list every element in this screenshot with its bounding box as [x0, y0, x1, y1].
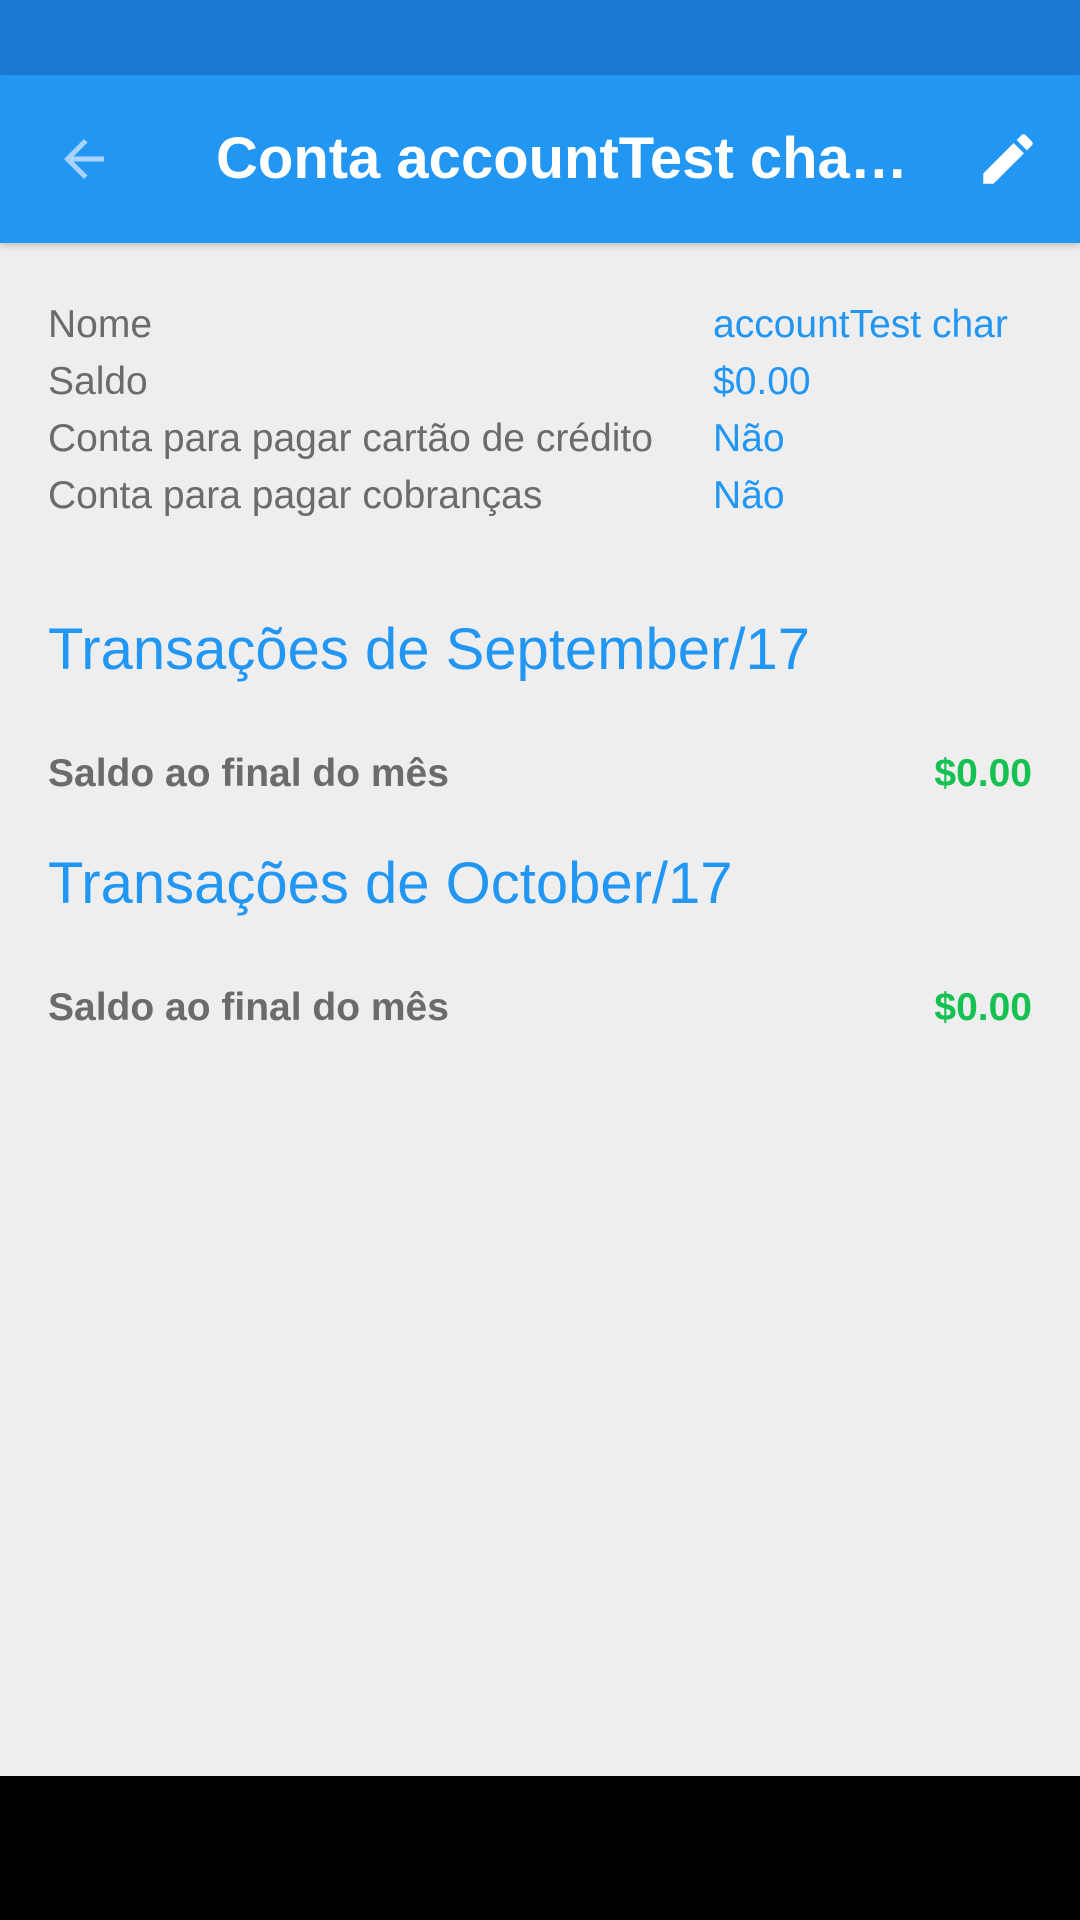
month-summary-row: Saldo ao final do mês $0.00 — [48, 744, 1032, 804]
info-value: $0.00 — [713, 360, 811, 403]
summary-label: Saldo ao final do mês — [48, 752, 449, 795]
info-value: accountTest char — [713, 303, 1008, 346]
month-section-title: Transações de October/17 — [48, 851, 733, 916]
info-row-balance: Saldo $0.00 — [48, 353, 1032, 410]
account-info-table: Nome accountTest char Saldo $0.00 Conta … — [48, 296, 1032, 524]
back-button[interactable] — [40, 115, 128, 203]
pencil-icon — [983, 134, 1033, 184]
info-row-credit-card: Conta para pagar cartão de crédito Não — [48, 410, 1032, 467]
edit-button[interactable] — [964, 115, 1052, 203]
info-label: Conta para pagar cobranças — [48, 474, 543, 517]
app-bar: Conta accountTest chan… — [0, 75, 1080, 243]
navigation-bar — [0, 1776, 1080, 1920]
summary-label: Saldo ao final do mês — [48, 986, 449, 1029]
arrow-back-icon — [64, 139, 104, 179]
info-value: Não — [713, 474, 785, 517]
month-summary-row: Saldo ao final do mês $0.00 — [48, 978, 1032, 1038]
info-label: Conta para pagar cartão de crédito — [48, 417, 653, 460]
month-section-title: Transações de September/17 — [48, 617, 810, 682]
summary-value: $0.00 — [934, 986, 1032, 1029]
page-title: Conta accountTest chan… — [216, 126, 916, 191]
info-value: Não — [713, 417, 785, 460]
info-row-bills: Conta para pagar cobranças Não — [48, 467, 1032, 524]
info-row-name: Nome accountTest char — [48, 296, 1032, 353]
summary-value: $0.00 — [934, 752, 1032, 795]
account-details: Nome accountTest char Saldo $0.00 Conta … — [48, 243, 1032, 1029]
info-label: Saldo — [48, 360, 148, 403]
status-bar — [0, 0, 1080, 75]
info-label: Nome — [48, 303, 153, 346]
